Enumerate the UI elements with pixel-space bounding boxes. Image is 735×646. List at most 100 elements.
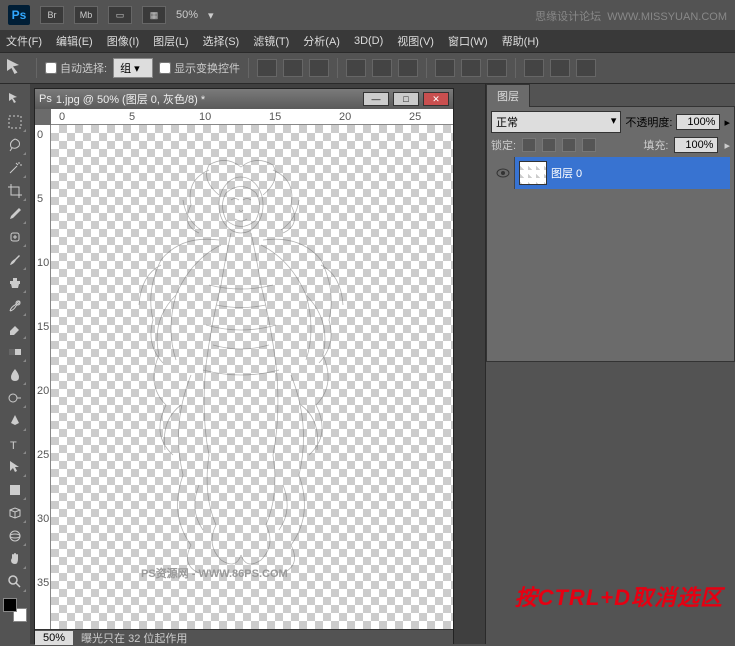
show-transform-checkbox[interactable]: 显示变换控件 [159, 60, 240, 76]
vertical-ruler[interactable]: 0 5 10 15 20 25 30 35 [35, 125, 51, 629]
type-tool[interactable]: T [3, 433, 27, 455]
distribute-icon[interactable] [435, 59, 455, 77]
status-zoom[interactable]: 50% [35, 631, 73, 645]
foreground-color[interactable] [3, 598, 17, 612]
auto-select-dropdown[interactable]: 组 ▾ [113, 58, 153, 78]
toolbox: T [0, 84, 30, 644]
magic-wand-tool[interactable] [3, 157, 27, 179]
opacity-input[interactable]: 100% [676, 114, 720, 130]
brush-tool[interactable] [3, 249, 27, 271]
layers-panel: 正常▾ 不透明度: 100% ▸ 锁定: 填充: 100% ▸ [486, 106, 735, 362]
canvas[interactable]: PS资源网 - WWW.86PS.COM [51, 125, 453, 629]
menu-bar: 文件(F) 编辑(E) 图像(I) 图层(L) 选择(S) 滤镜(T) 分析(A… [0, 30, 735, 52]
watermark-text: 思缘设计论坛 WWW.MISSYUAN.COM [535, 8, 727, 24]
options-bar: 自动选择: 组 ▾ 显示变换控件 [0, 52, 735, 84]
lock-position-icon[interactable] [562, 138, 576, 152]
align-icon[interactable] [398, 59, 418, 77]
status-info: 曝光只在 32 位起作用 [81, 630, 187, 646]
move-tool[interactable] [3, 88, 27, 110]
zoom-tool[interactable] [3, 571, 27, 593]
menu-filter[interactable]: 滤镜(T) [253, 33, 289, 49]
app-titlebar: Ps Br Mb ▭ ▦ 50% ▾ 思缘设计论坛 WWW.MISSYUAN.C… [0, 0, 735, 30]
fill-arrow-icon[interactable]: ▸ [724, 139, 730, 152]
align-icon[interactable] [257, 59, 277, 77]
layer-name[interactable]: 图层 0 [551, 165, 582, 181]
fill-input[interactable]: 100% [674, 137, 718, 153]
zoom-dropdown-icon[interactable]: ▾ [208, 9, 214, 22]
opacity-arrow-icon[interactable]: ▸ [724, 116, 730, 129]
document-icon: Ps [39, 93, 52, 105]
clone-stamp-tool[interactable] [3, 272, 27, 294]
gradient-tool[interactable] [3, 341, 27, 363]
lock-all-icon[interactable] [582, 138, 596, 152]
distribute-icon[interactable] [524, 59, 544, 77]
layer-row[interactable]: 图层 0 [491, 157, 730, 189]
annotation-text: 按CTRL+D取消选区 [515, 580, 723, 612]
menu-view[interactable]: 视图(V) [397, 33, 434, 49]
fill-label: 填充: [643, 137, 668, 153]
menu-analysis[interactable]: 分析(A) [303, 33, 340, 49]
bridge-button[interactable]: Br [40, 6, 64, 24]
minibridge-button[interactable]: Mb [74, 6, 98, 24]
visibility-toggle[interactable] [491, 157, 515, 189]
layer-thumbnail[interactable] [519, 161, 547, 185]
menu-3d[interactable]: 3D(D) [354, 35, 383, 47]
document-title: 1.jpg @ 50% (图层 0, 灰色/8) * [56, 91, 359, 107]
menu-help[interactable]: 帮助(H) [502, 33, 539, 49]
menu-edit[interactable]: 编辑(E) [56, 33, 93, 49]
shape-tool[interactable] [3, 479, 27, 501]
eraser-tool[interactable] [3, 318, 27, 340]
minimize-button[interactable]: — [363, 92, 389, 106]
move-tool-icon [4, 56, 28, 80]
status-bar: 50% 曝光只在 32 位起作用 [35, 629, 453, 645]
distribute-icon[interactable] [576, 59, 596, 77]
crop-tool[interactable] [3, 180, 27, 202]
blur-tool[interactable] [3, 364, 27, 386]
svg-text:T: T [10, 440, 17, 452]
color-swatches[interactable] [3, 598, 27, 622]
lock-transparent-icon[interactable] [522, 138, 536, 152]
line-art-image [91, 145, 391, 585]
auto-select-checkbox[interactable]: 自动选择: [45, 60, 107, 76]
blend-mode-dropdown[interactable]: 正常▾ [491, 111, 621, 133]
opacity-label: 不透明度: [625, 114, 672, 130]
menu-image[interactable]: 图像(I) [107, 33, 139, 49]
3d-tool[interactable] [3, 502, 27, 524]
align-icon[interactable] [309, 59, 329, 77]
hand-tool[interactable] [3, 548, 27, 570]
marquee-tool[interactable] [3, 111, 27, 133]
menu-select[interactable]: 选择(S) [203, 33, 240, 49]
screen-mode-button[interactable]: ▭ [108, 6, 132, 24]
path-select-tool[interactable] [3, 456, 27, 478]
dodge-tool[interactable] [3, 387, 27, 409]
workspace: T Ps 1.jpg @ 50% (图层 0, 灰色/8) * — □ ✕ 0 … [0, 84, 735, 644]
zoom-level[interactable]: 50% [176, 9, 198, 21]
history-brush-tool[interactable] [3, 295, 27, 317]
align-icon[interactable] [372, 59, 392, 77]
menu-window[interactable]: 窗口(W) [448, 33, 488, 49]
photoshop-logo: Ps [8, 5, 30, 25]
align-icon[interactable] [346, 59, 366, 77]
distribute-icon[interactable] [487, 59, 507, 77]
maximize-button[interactable]: □ [393, 92, 419, 106]
menu-layer[interactable]: 图层(L) [153, 33, 188, 49]
layer-list: 图层 0 [491, 157, 730, 357]
menu-file[interactable]: 文件(F) [6, 33, 42, 49]
eyedropper-tool[interactable] [3, 203, 27, 225]
distribute-icon[interactable] [550, 59, 570, 77]
close-button[interactable]: ✕ [423, 92, 449, 106]
healing-brush-tool[interactable] [3, 226, 27, 248]
lock-pixels-icon[interactable] [542, 138, 556, 152]
align-icon[interactable] [283, 59, 303, 77]
layers-panel-tab[interactable]: 图层 [486, 84, 735, 106]
panels-area: 图层 正常▾ 不透明度: 100% ▸ 锁定: 填充: 100% ▸ [485, 84, 735, 644]
art-watermark: PS资源网 - WWW.86PS.COM [141, 565, 288, 581]
document-window: Ps 1.jpg @ 50% (图层 0, 灰色/8) * — □ ✕ 0 5 … [34, 88, 454, 644]
horizontal-ruler[interactable]: 0 5 10 15 20 25 [51, 109, 453, 125]
document-titlebar[interactable]: Ps 1.jpg @ 50% (图层 0, 灰色/8) * — □ ✕ [35, 89, 453, 109]
lasso-tool[interactable] [3, 134, 27, 156]
distribute-icon[interactable] [461, 59, 481, 77]
extras-button[interactable]: ▦ [142, 6, 166, 24]
3d-camera-tool[interactable] [3, 525, 27, 547]
pen-tool[interactable] [3, 410, 27, 432]
